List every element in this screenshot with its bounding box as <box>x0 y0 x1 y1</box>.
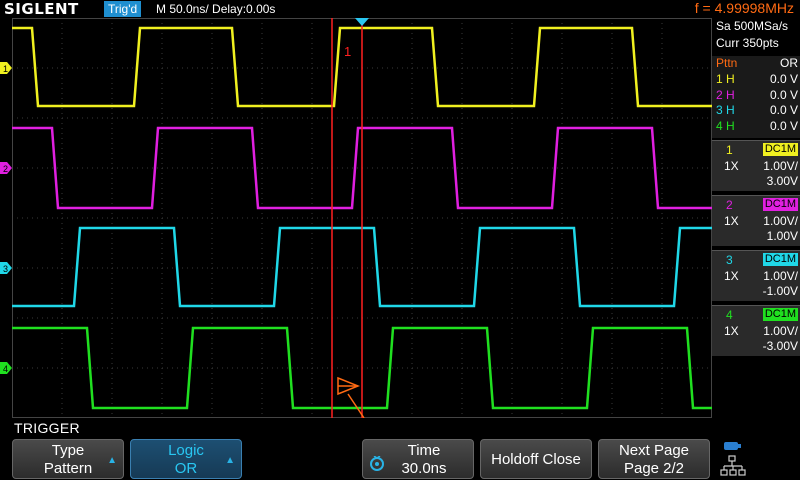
vertical-scale: 1.00V/ <box>763 324 798 338</box>
channel-marker-label: 3 <box>3 264 8 274</box>
pattern-header: Pttn <box>716 56 738 70</box>
channel-number: 4 <box>726 308 733 322</box>
channel-marker-label: 1 <box>3 64 8 74</box>
adjust-knob-icon <box>370 456 384 471</box>
trigger-status-badge: Trig'd <box>104 1 142 17</box>
pattern-channel: 1 H <box>716 72 735 86</box>
channel-number: 3 <box>726 253 733 267</box>
channel-marker-label: 2 <box>3 164 8 174</box>
coupling-badge: DC1M <box>762 253 798 266</box>
frequency-counter: f = 4.99998MHz <box>694 0 794 16</box>
pattern-table: Pttn OR 1 H 0.0 V 2 H 0.0 V 3 H 0.0 V 4 H 0.0 V <box>712 56 800 138</box>
vertical-offset: 1.00V <box>766 229 798 243</box>
pattern-channel: 3 H <box>716 103 735 117</box>
channel-1-info[interactable]: 1 DC1M 1X 1.00V/3.00V <box>712 140 800 191</box>
timebase-value: M 50.0ns/ <box>156 2 209 16</box>
vertical-offset: -1.00V <box>762 284 798 298</box>
channel-3-info[interactable]: 3 DC1M 1X 1.00V/-1.00V <box>712 250 800 301</box>
cursor-label: 1 <box>344 44 351 59</box>
softkey-label: Next Page <box>618 442 690 459</box>
channel-1-marker[interactable]: 1 <box>0 62 12 74</box>
brand-logo: SIGLENT <box>4 0 79 18</box>
waveform-canvas[interactable]: 1 <box>12 18 712 418</box>
delay-value: Delay:0.00s <box>212 2 276 16</box>
probe-ratio: 1X <box>724 324 739 338</box>
channel-3-marker[interactable]: 3 <box>0 262 12 274</box>
pattern-row: 3 H 0.0 V <box>712 103 800 118</box>
probe-ratio: 1X <box>724 214 739 228</box>
channel-marker-label: 4 <box>3 364 8 374</box>
channel-2-info[interactable]: 2 DC1M 1X 1.00V/1.00V <box>712 195 800 246</box>
timebase-readout[interactable]: M 50.0ns/ Delay:0.00s <box>156 1 275 17</box>
menu-title: TRIGGER <box>14 420 80 436</box>
channel-4-info[interactable]: 4 DC1M 1X 1.00V/-3.00V <box>712 305 800 356</box>
vertical-scale: 1.00V/ <box>763 159 798 173</box>
softkey-logic[interactable]: Logic OR ▲ <box>130 439 242 479</box>
softkey-next-page[interactable]: Next Page Page 2/2 <box>598 439 710 479</box>
channel-2-marker[interactable]: 2 <box>0 162 12 174</box>
info-panel: Sa 500MSa/s Curr 350pts Pttn OR 1 H 0.0 V… <box>712 18 800 418</box>
channel-4-marker[interactable]: 4 <box>0 362 12 374</box>
pattern-logic: OR <box>780 56 798 70</box>
vertical-scale: 1.00V/ <box>763 214 798 228</box>
softkey-value: Page 2/2 <box>623 460 685 477</box>
memory-depth: Curr 350pts <box>716 36 779 50</box>
sample-rate: Sa 500MSa/s <box>716 19 789 33</box>
pattern-level: 0.0 V <box>769 72 798 86</box>
pattern-level: 0.0 V <box>769 87 798 102</box>
pattern-level: 0.0 V <box>769 118 798 133</box>
network-icon <box>720 442 746 476</box>
channel-number: 1 <box>726 143 733 157</box>
status-bar: SIGLENT Trig'd M 50.0ns/ Delay:0.00s f =… <box>0 0 800 18</box>
softkey-type[interactable]: Type Pattern ▲ <box>12 439 124 479</box>
softkey-time[interactable]: Time 30.0ns <box>362 439 474 479</box>
probe-ratio: 1X <box>724 269 739 283</box>
vertical-offset: -3.00V <box>762 339 798 353</box>
waveform-display[interactable]: 1 <box>12 18 712 418</box>
softkey-arrow-icon: ▲ <box>225 455 235 466</box>
pattern-row: 2 H 0.0 V <box>712 88 800 103</box>
pattern-row: 4 H 0.0 V <box>712 119 800 134</box>
probe-ratio: 1X <box>724 159 739 173</box>
vertical-offset: 3.00V <box>766 174 798 188</box>
softkey-arrow-icon: ▲ <box>107 455 117 466</box>
coupling-badge: DC1M <box>762 198 798 211</box>
coupling-badge: DC1M <box>762 308 798 321</box>
trigger-position-icon[interactable] <box>355 18 369 26</box>
coupling-badge: DC1M <box>762 143 798 156</box>
pattern-channel: 2 H <box>716 87 735 102</box>
pattern-row: 1 H 0.0 V <box>712 72 800 87</box>
pattern-channel: 4 H <box>716 118 735 133</box>
vertical-scale: 1.00V/ <box>763 269 798 283</box>
softkey-label: Holdoff Close <box>491 451 581 468</box>
channel-number: 2 <box>726 198 733 212</box>
pattern-level: 0.0 V <box>769 103 798 117</box>
softkey-holdoff[interactable]: Holdoff Close <box>480 439 592 479</box>
